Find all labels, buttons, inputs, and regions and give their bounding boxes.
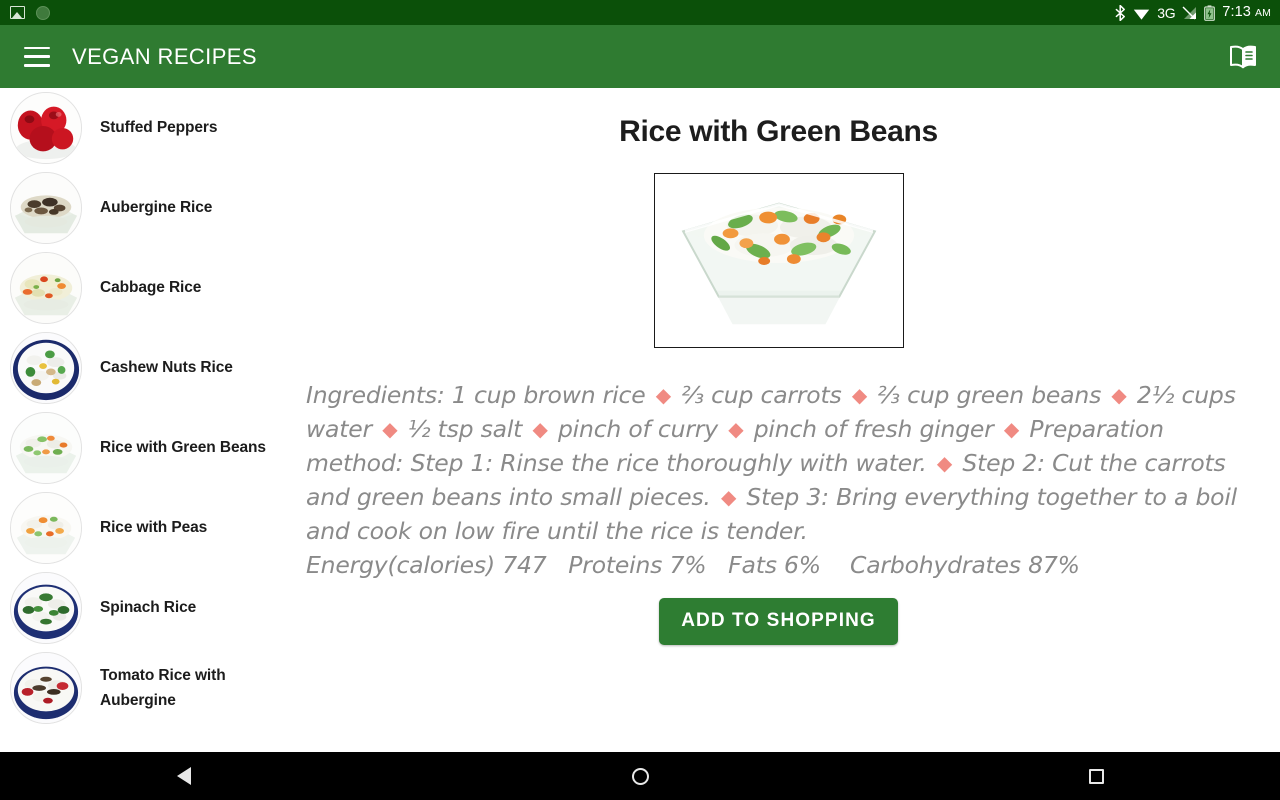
diamond-separator-icon: ◆ — [851, 383, 868, 407]
add-to-shopping-button[interactable]: ADD TO SHOPPING — [659, 598, 898, 646]
diamond-separator-icon: ◆ — [728, 417, 744, 442]
recipe-thumbnail — [10, 572, 82, 644]
hamburger-line — [24, 64, 50, 67]
circle-badge-icon — [36, 5, 50, 20]
recipe-thumbnail — [10, 332, 82, 404]
recipe-thumbnail — [10, 172, 82, 244]
diamond-separator-icon: ◆ — [1003, 417, 1020, 442]
diamond-separator-icon: ◆ — [1111, 383, 1127, 407]
sidebar-item-cabbage-rice[interactable]: Cabbage Rice — [0, 248, 277, 328]
ingredient-1: ⅔ cup carrots — [681, 381, 842, 409]
ingredient-0: 1 cup brown rice — [451, 381, 646, 409]
preparation-step-0: Step 1: Rinse the rice thoroughly with w… — [410, 449, 927, 478]
sidebar-item-label: Stuffed Peppers — [100, 119, 218, 137]
recipe-thumbnail — [10, 92, 82, 164]
hamburger-icon[interactable] — [24, 46, 50, 67]
app-bar-actions — [1228, 44, 1258, 70]
recipe-text: Ingredients: 1 cup brown rice ◆ ⅔ cup ca… — [306, 378, 1252, 582]
recipe-hero-image — [653, 173, 904, 348]
app-bar: VEGAN RECIPES — [0, 25, 1280, 88]
status-bar: 3G 7:13 AM — [0, 0, 1280, 25]
ingredient-4: ½ tsp salt — [407, 415, 523, 444]
network-type-label: 3G — [1157, 4, 1176, 21]
ingredients-heading: Ingredients: — [306, 381, 445, 409]
sidebar-item-label: Cashew Nuts Rice — [100, 359, 233, 377]
diamond-separator-icon: ◆ — [382, 417, 398, 442]
app-root: 3G 7:13 AM VEGAN RECIPES Stuffed Peppers… — [0, 0, 1280, 800]
diamond-separator-icon: ◆ — [720, 485, 737, 510]
back-button[interactable] — [160, 752, 208, 800]
home-icon — [631, 767, 649, 785]
main-content: Stuffed Peppers Aubergine Rice Cabbage R… — [0, 88, 1280, 752]
glass-bowl-rice-illustration — [654, 174, 903, 347]
recipe-hero-image-wrap — [277, 173, 1280, 348]
signal-icon — [1182, 6, 1197, 19]
recents-button[interactable] — [1072, 752, 1120, 800]
recipe-thumbnail — [10, 492, 82, 564]
recipe-thumbnail — [10, 252, 82, 324]
sidebar-item-label: Tomato Rice with Aubergine — [100, 666, 226, 709]
sidebar-item-aubergine-rice[interactable]: Aubergine Rice — [0, 168, 277, 248]
recipe-list-scroll: Stuffed Peppers Aubergine Rice Cabbage R… — [0, 88, 277, 728]
hamburger-line — [24, 46, 50, 49]
ingredient-2: ⅔ cup green beans — [877, 381, 1102, 409]
sidebar-item-label: Rice with Peas — [100, 519, 208, 537]
open-book-icon[interactable] — [1228, 44, 1258, 70]
sidebar-item-label: Rice with Green Beans — [100, 439, 266, 457]
recipe-thumbnail — [10, 412, 82, 484]
app-title: VEGAN RECIPES — [72, 43, 257, 69]
battery-charging-icon — [1204, 4, 1216, 21]
recipe-thumbnail — [10, 652, 82, 724]
sidebar-item-spinach-rice[interactable]: Spinach Rice — [0, 568, 277, 648]
sidebar-item-label: Aubergine Rice — [100, 199, 213, 217]
diamond-separator-icon: ◆ — [532, 417, 548, 442]
sidebar-item-label: Cabbage Rice — [100, 279, 202, 297]
wifi-icon — [1134, 9, 1150, 20]
page-title: Rice with Green Beans — [619, 115, 938, 148]
sidebar-item-cashew-nuts-rice[interactable]: Cashew Nuts Rice — [0, 328, 277, 408]
bluetooth-icon — [1115, 4, 1126, 21]
recents-icon — [1088, 768, 1104, 784]
sidebar-item-label: Spinach Rice — [100, 599, 197, 617]
sidebar-item-rice-with-peas[interactable]: Rice with Peas — [0, 488, 277, 568]
nutrition-facts: Energy(calories) 747 Proteins 7% Fats 6%… — [306, 551, 1080, 580]
hamburger-line — [24, 55, 50, 58]
recipe-list-sidebar[interactable]: Stuffed Peppers Aubergine Rice Cabbage R… — [0, 88, 277, 752]
sidebar-item-rice-with-green-beans[interactable]: Rice with Green Beans — [0, 408, 277, 488]
ingredient-5: pinch of curry — [557, 415, 718, 444]
status-bar-system-icons: 3G 7:13 AM — [1115, 4, 1271, 21]
status-bar-clock: 7:13 AM — [1222, 4, 1271, 21]
sidebar-item-tomato-rice-with-aubergine[interactable]: Tomato Rice with Aubergine — [0, 648, 277, 728]
sidebar-item-stuffed-peppers[interactable]: Stuffed Peppers — [0, 88, 277, 168]
back-icon — [177, 767, 191, 785]
detail-actions: ADD TO SHOPPING — [277, 598, 1280, 646]
diamond-separator-icon: ◆ — [655, 383, 671, 407]
ingredient-6: pinch of fresh ginger — [753, 415, 994, 444]
recipe-detail-pane: Rice with Green Beans Ingredients: 1 cup… — [277, 88, 1280, 752]
diamond-separator-icon: ◆ — [936, 451, 953, 476]
home-button[interactable] — [616, 752, 664, 800]
image-icon — [10, 6, 25, 19]
status-bar-notifications — [10, 5, 50, 20]
android-navigation-bar — [0, 752, 1280, 800]
